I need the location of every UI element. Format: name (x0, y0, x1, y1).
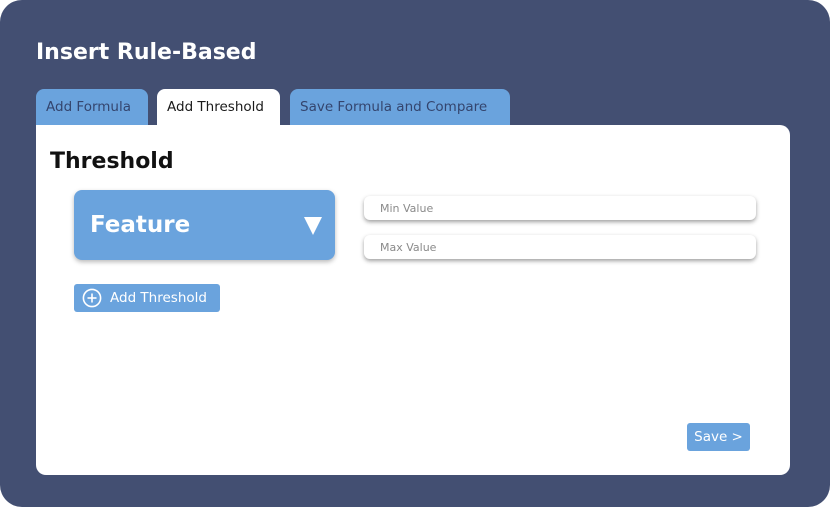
tab-save-formula-and-compare[interactable]: Save Formula and Compare (290, 89, 510, 125)
tab-add-threshold[interactable]: Add Threshold (157, 89, 280, 125)
feature-dropdown-label: Feature (90, 212, 191, 238)
section-title: Threshold (50, 149, 174, 174)
save-button[interactable]: Save > (687, 423, 750, 451)
add-threshold-label: Add Threshold (110, 290, 207, 306)
page-title: Insert Rule-Based (36, 40, 257, 65)
threshold-card: Threshold Feature Add Threshold Save > (36, 125, 790, 475)
min-value-input[interactable] (364, 196, 756, 220)
max-value-input[interactable] (364, 235, 756, 259)
tab-add-formula[interactable]: Add Formula (36, 89, 148, 125)
add-threshold-button[interactable]: Add Threshold (74, 284, 220, 312)
app-window: Insert Rule-Based Add Formula Add Thresh… (0, 0, 830, 507)
feature-dropdown[interactable]: Feature (74, 190, 335, 260)
plus-circle-icon (82, 288, 102, 308)
caret-down-icon (304, 217, 322, 235)
